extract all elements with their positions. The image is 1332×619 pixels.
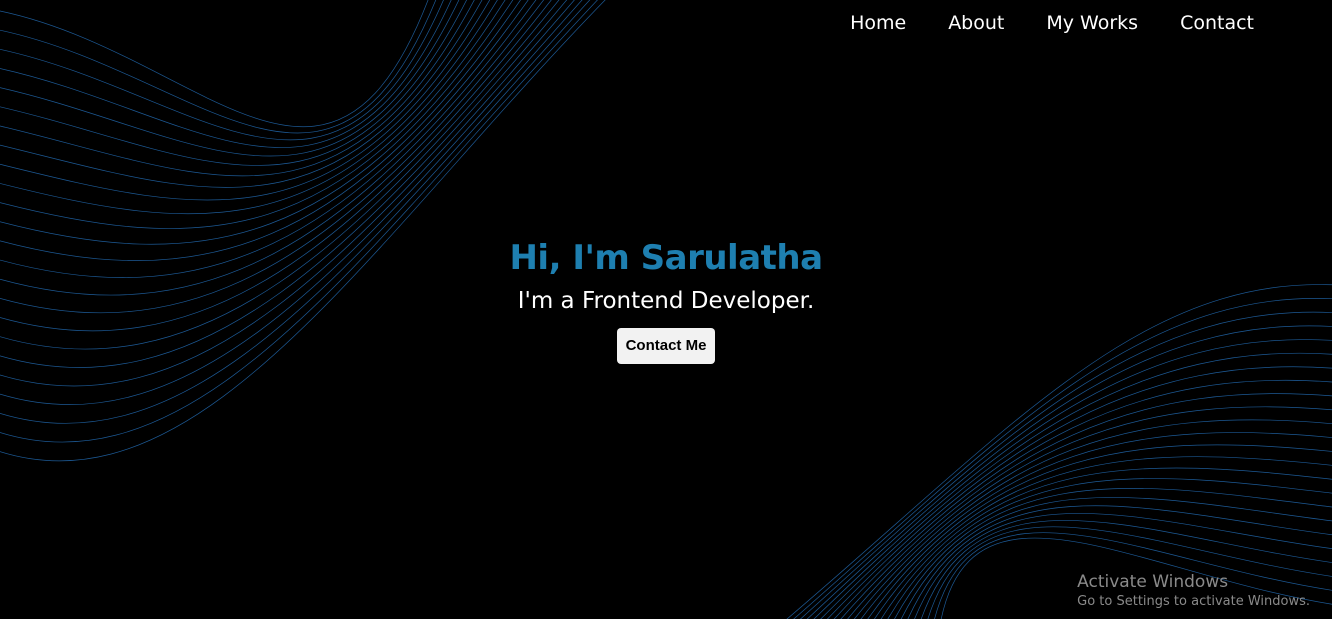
wave-line xyxy=(0,0,444,141)
nav-link-about[interactable]: About xyxy=(948,10,1004,36)
wave-line xyxy=(0,0,475,177)
hero-section: Hi, I'm Sarulatha I'm a Frontend Develop… xyxy=(0,236,1332,364)
activate-windows-watermark: Activate Windows Go to Settings to activ… xyxy=(1077,571,1310,611)
nav-link-contact[interactable]: Contact xyxy=(1180,10,1254,36)
wave-line xyxy=(0,0,491,201)
wave-line xyxy=(0,0,460,157)
wave-line xyxy=(0,0,506,229)
watermark-title: Activate Windows xyxy=(1077,572,1229,592)
wave-line xyxy=(0,0,606,462)
nav-link-home[interactable]: Home xyxy=(850,10,906,36)
wave-line xyxy=(0,0,521,261)
wave-line xyxy=(0,0,514,245)
hero-title: Hi, I'm Sarulatha xyxy=(509,238,823,278)
top-navigation: Home About My Works Contact xyxy=(808,10,1254,36)
hero-subtitle: I'm a Frontend Developer. xyxy=(517,288,815,314)
wave-line xyxy=(0,0,437,134)
wave-line xyxy=(0,0,452,148)
contact-me-button[interactable]: Contact Me xyxy=(616,328,716,364)
watermark-subtitle: Go to Settings to activate Windows. xyxy=(1077,594,1310,609)
wave-line xyxy=(0,0,598,443)
wave-line xyxy=(0,0,429,127)
nav-link-my-works[interactable]: My Works xyxy=(1046,10,1138,36)
wave-lines-top-left xyxy=(0,0,606,462)
